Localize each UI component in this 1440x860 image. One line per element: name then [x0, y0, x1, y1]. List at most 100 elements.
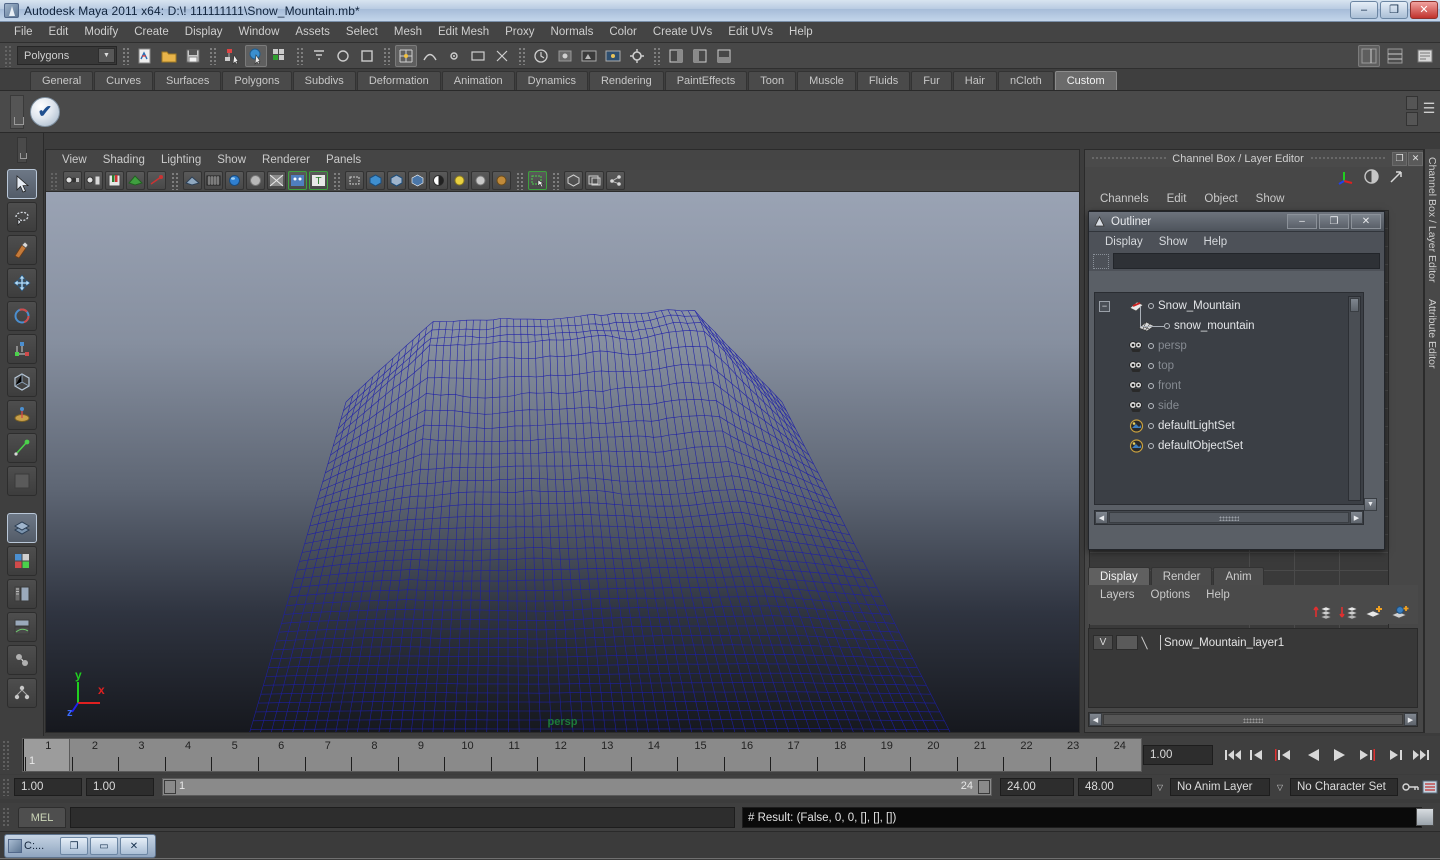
view-layout-persp-graph[interactable] — [6, 612, 37, 642]
menu-item-display[interactable]: Display — [177, 24, 231, 40]
minimized-restore-button[interactable]: ❐ — [60, 837, 88, 855]
wireframe-shading-icon[interactable] — [183, 171, 202, 190]
range-slider-grip[interactable] — [2, 778, 11, 796]
ipr-render-icon[interactable] — [602, 45, 624, 67]
scroll-left-icon[interactable]: ◀ — [1089, 713, 1102, 726]
outliner-hscroll-track[interactable] — [1109, 512, 1349, 523]
current-time-field[interactable]: 1.00 — [1143, 745, 1213, 765]
flat-shade-icon[interactable] — [387, 171, 406, 190]
range-right-handle[interactable] — [978, 780, 990, 794]
shelf-tab-painteffects[interactable]: PaintEffects — [664, 71, 748, 90]
scale-tool[interactable] — [6, 334, 37, 364]
layer-visibility-toggle[interactable]: V — [1093, 635, 1113, 650]
menu-item-normals[interactable]: Normals — [543, 24, 602, 40]
use-all-lights-icon[interactable] — [246, 171, 265, 190]
vertical-tab-channel-box[interactable]: Channel Box / Layer Editor — [1425, 149, 1439, 291]
exposure-control-icon[interactable] — [585, 171, 604, 190]
shelf-tab-curves[interactable]: Curves — [94, 71, 153, 90]
show-manipulator-tool[interactable] — [6, 433, 37, 463]
shelf-tab-ncloth[interactable]: nCloth — [997, 71, 1054, 90]
viewport-menu-lighting[interactable]: Lighting — [153, 152, 209, 168]
light-yellow-icon[interactable] — [450, 171, 469, 190]
range-bar[interactable]: 1 24 — [162, 778, 992, 796]
view-layout-outliner-persp[interactable] — [6, 579, 37, 609]
menu-item-file[interactable]: File — [6, 24, 41, 40]
render-globals-icon[interactable] — [554, 45, 576, 67]
dock-grip-right[interactable] — [1309, 156, 1385, 161]
view-layout-hypergraph[interactable] — [6, 678, 37, 708]
anim-layer-dropdown-icon[interactable]: ▽ — [1272, 779, 1288, 795]
perspective-viewport[interactable]: y x z persp — [46, 192, 1079, 732]
outliner-item-side[interactable]: side — [1095, 396, 1363, 416]
scroll-right-icon[interactable]: ▶ — [1404, 713, 1417, 726]
text-display-icon[interactable]: T — [309, 171, 328, 190]
menu-item-edit[interactable]: Edit — [41, 24, 77, 40]
play-forwards-button[interactable] — [1329, 744, 1351, 766]
layer-hscroll-track[interactable] — [1103, 714, 1403, 725]
outliner-item-defaultobjectset[interactable]: defaultObjectSet — [1095, 436, 1363, 456]
axis-gizmo-icon[interactable] — [1338, 168, 1355, 188]
dock-grip-left[interactable] — [1091, 156, 1167, 161]
toolbox-grip[interactable] — [16, 137, 27, 163]
menu-item-color[interactable]: Color — [601, 24, 644, 40]
move-tool[interactable] — [6, 268, 37, 298]
menu-item-create[interactable]: Create — [126, 24, 177, 40]
menu-item-edit-mesh[interactable]: Edit Mesh — [430, 24, 497, 40]
hardware-texturing-icon[interactable] — [225, 171, 244, 190]
snap-to-grid-icon[interactable] — [395, 44, 417, 67]
outliner-maximize-button[interactable]: ❐ — [1319, 214, 1349, 229]
shelf-tab-animation[interactable]: Animation — [441, 71, 515, 90]
isolate-select-icon[interactable] — [528, 171, 547, 190]
construction-history-icon[interactable] — [530, 45, 552, 67]
range-end-time-field[interactable]: 24.00 — [1000, 778, 1074, 796]
outliner-item-snow_mountain[interactable]: snow_mountain — [1095, 316, 1363, 336]
vertical-tab-attribute-editor[interactable]: Attribute Editor — [1425, 291, 1439, 376]
time-slider-track[interactable]: 1 1 2 3 4 5 6 7 8 9 10 11 12 13 14 15 16 17 18 19 20 21 22 23 2… — [22, 738, 1142, 772]
half-circle-icon[interactable] — [1363, 168, 1380, 188]
snap-to-curve-icon[interactable] — [419, 45, 441, 67]
scroll-right-icon[interactable]: ▶ — [1350, 511, 1363, 524]
channel-menu-object[interactable]: Object — [1195, 192, 1246, 206]
outliner-menu-show[interactable]: Show — [1151, 235, 1196, 249]
sidebar-toggle-channel-icon[interactable] — [713, 45, 735, 67]
view-layout-hypershade[interactable] — [6, 645, 37, 675]
command-line-grip[interactable] — [2, 807, 11, 827]
animation-end-time-field[interactable]: 48.00 — [1078, 778, 1152, 796]
sidebar-toggle-tool-icon[interactable] — [689, 45, 711, 67]
layer-tab-render[interactable]: Render — [1150, 567, 1213, 585]
soft-modification-tool[interactable] — [6, 400, 37, 430]
minimized-maximize-button[interactable]: ▭ — [90, 837, 118, 855]
lasso-tool[interactable] — [6, 202, 37, 232]
arrow-up-right-icon[interactable] — [1388, 168, 1405, 188]
custom-shelf-button[interactable]: ✔ — [30, 96, 60, 127]
xray-mode-icon[interactable] — [288, 171, 307, 190]
share-viewport-icon[interactable] — [606, 171, 625, 190]
select-by-object-type-icon[interactable] — [245, 44, 267, 67]
chevron-down-icon[interactable]: ▼ — [1364, 498, 1377, 511]
shelf-tab-subdivs[interactable]: Subdivs — [292, 71, 356, 90]
scroll-left-icon[interactable]: ◀ — [1095, 511, 1108, 524]
maximize-button[interactable]: ❐ — [1380, 1, 1408, 19]
bounding-box-display-icon[interactable] — [345, 171, 364, 190]
mask-object-icon[interactable] — [332, 45, 354, 67]
new-layer-from-selected-icon[interactable] — [1390, 604, 1410, 624]
shelf-tab-toon[interactable]: Toon — [748, 71, 797, 90]
render-settings-icon[interactable] — [626, 45, 648, 67]
layer-playback-toggle[interactable] — [1116, 635, 1138, 650]
shelf-tab-fluids[interactable]: Fluids — [856, 71, 911, 90]
outliner-title-bar[interactable]: Outliner – ❐ ✕ — [1089, 212, 1384, 232]
shelf-menu-icon[interactable]: ☰ — [1421, 100, 1437, 116]
move-layer-down-icon[interactable] — [1338, 604, 1358, 624]
outliner-vertical-scrollbar[interactable] — [1348, 296, 1361, 501]
viewport-toolbar-grip[interactable] — [50, 171, 59, 190]
menu-item-select[interactable]: Select — [338, 24, 386, 40]
shelf-scroll-down-button[interactable] — [1406, 112, 1418, 126]
render-view-icon[interactable] — [578, 45, 600, 67]
minimize-button[interactable]: – — [1350, 1, 1378, 19]
layer-menu-options[interactable]: Options — [1143, 588, 1199, 602]
menu-item-window[interactable]: Window — [230, 24, 287, 40]
mask-hierarchy-icon[interactable] — [308, 45, 330, 67]
shelf-tab-muscle[interactable]: Muscle — [797, 71, 856, 90]
shelf-tab-rendering[interactable]: Rendering — [588, 71, 664, 90]
outliner-item-front[interactable]: front — [1095, 376, 1363, 396]
